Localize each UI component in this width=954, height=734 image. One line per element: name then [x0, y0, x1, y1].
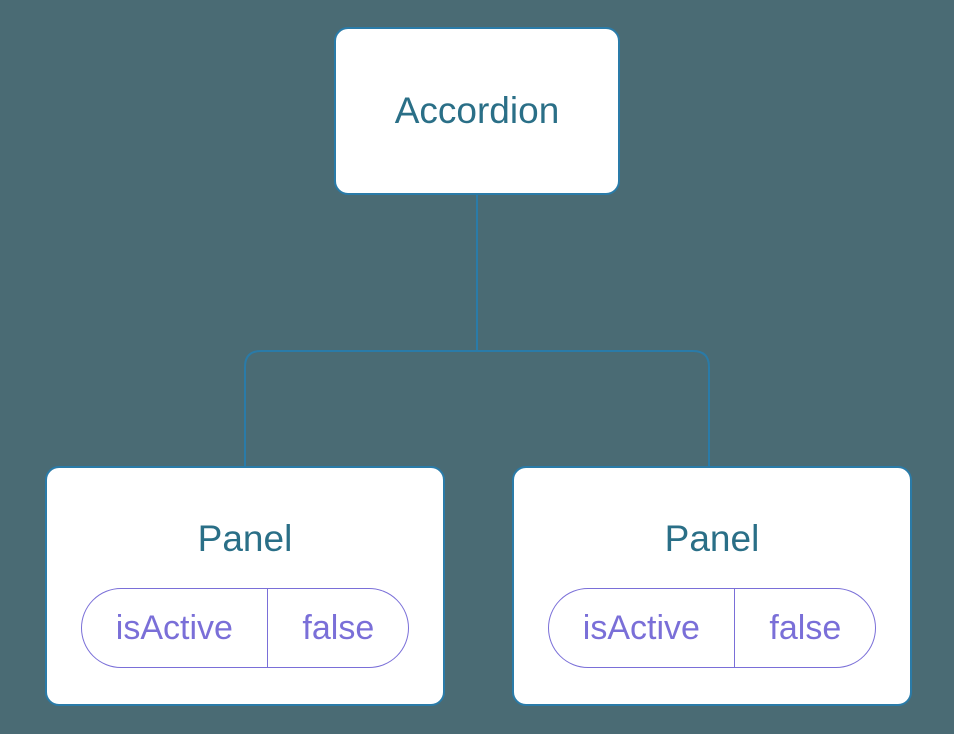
state-value: false — [268, 589, 408, 667]
root-node-title: Accordion — [395, 90, 560, 132]
child-node-panel-right: Panel isActive false — [512, 466, 912, 706]
state-value: false — [735, 589, 875, 667]
child-node-panel-left: Panel isActive false — [45, 466, 445, 706]
child-node-title: Panel — [198, 518, 293, 560]
state-pill: isActive false — [548, 588, 876, 668]
state-key: isActive — [549, 589, 734, 667]
state-pill: isActive false — [81, 588, 409, 668]
child-node-title: Panel — [665, 518, 760, 560]
root-node-accordion: Accordion — [334, 27, 620, 195]
state-key: isActive — [82, 589, 267, 667]
